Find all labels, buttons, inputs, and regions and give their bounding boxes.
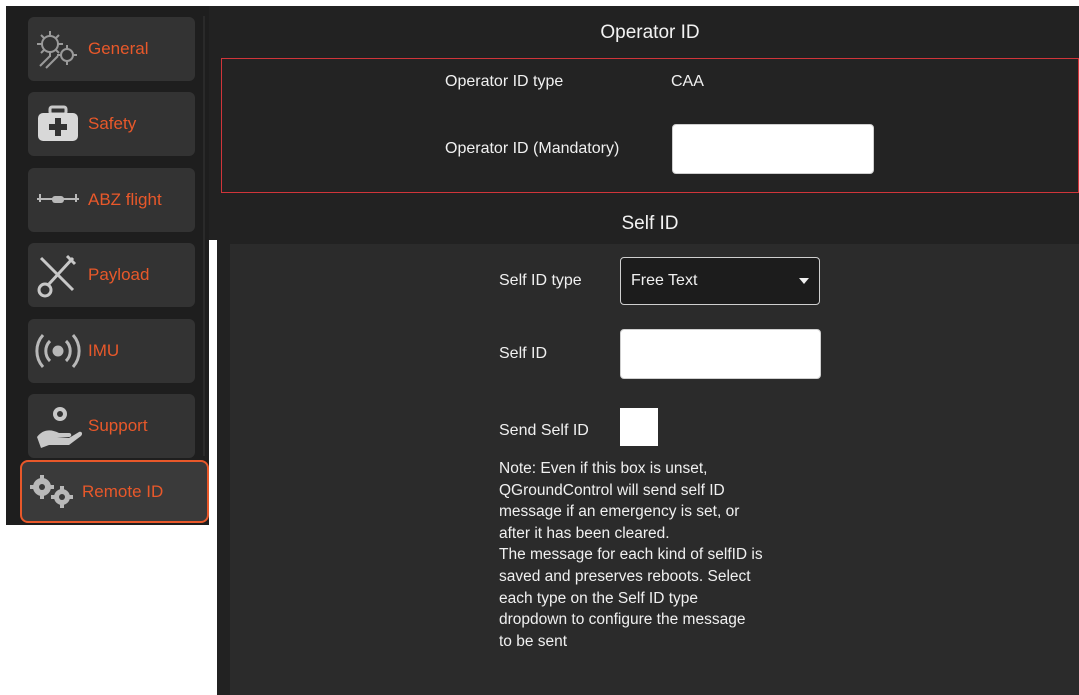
self-id-title: Self ID xyxy=(621,213,679,234)
sidebar-item-support[interactable]: Support xyxy=(28,394,195,458)
operator-id-label: Operator ID (Mandatory) xyxy=(445,140,620,157)
sidebar-item-abz-flight[interactable]: ABZ flight xyxy=(28,168,195,232)
operator-id-type-value: CAA xyxy=(671,73,704,90)
sidebar-item-safety[interactable]: Safety xyxy=(28,92,195,156)
sidebar-item-remote-id[interactable]: Remote ID xyxy=(20,460,209,523)
send-self-id-checkbox[interactable] xyxy=(620,408,658,446)
self-id-note: Note: Even if this box is unset, QGround… xyxy=(499,460,763,650)
sidebar-item-label: General xyxy=(88,39,149,58)
send-self-id-label: Send Self ID xyxy=(499,422,589,439)
self-id-label: Self ID xyxy=(499,345,548,362)
sidebar-item-payload[interactable]: Payload xyxy=(28,243,195,307)
hand-gear-icon xyxy=(28,398,88,454)
self-id-field[interactable] xyxy=(620,329,821,379)
operator-id-box xyxy=(221,58,1079,193)
caret-down-icon xyxy=(799,278,809,284)
operator-id-type-label: Operator ID type xyxy=(445,73,564,90)
operator-id-title: Operator ID xyxy=(600,22,700,43)
self-id-type-value: Free Text xyxy=(631,272,698,289)
sidebar-item-label: ABZ flight xyxy=(88,190,162,209)
first-aid-kit-icon xyxy=(28,96,88,152)
gears-icon xyxy=(22,464,82,520)
settings-sidebar: General Safety ABZ flight Payload IMU Su… xyxy=(6,6,209,525)
tools-icon xyxy=(28,247,88,303)
self-id-type-label: Self ID type xyxy=(499,272,582,289)
signal-broadcast-icon xyxy=(28,323,88,379)
sidebar-divider xyxy=(203,16,205,456)
self-id-type-dropdown[interactable]: Free Text xyxy=(620,257,820,305)
sidebar-item-imu[interactable]: IMU xyxy=(28,319,195,383)
wrench-gears-icon xyxy=(28,21,88,77)
sidebar-item-label: Payload xyxy=(88,265,150,284)
sidebar-item-label: IMU xyxy=(88,341,120,360)
sidebar-item-label: Remote ID xyxy=(82,481,164,501)
operator-id-field[interactable] xyxy=(672,124,874,174)
drone-icon xyxy=(28,172,88,228)
sidebar-item-label: Support xyxy=(88,416,148,435)
sidebar-item-label: Safety xyxy=(88,114,137,133)
sidebar-item-general[interactable]: General xyxy=(28,17,195,81)
